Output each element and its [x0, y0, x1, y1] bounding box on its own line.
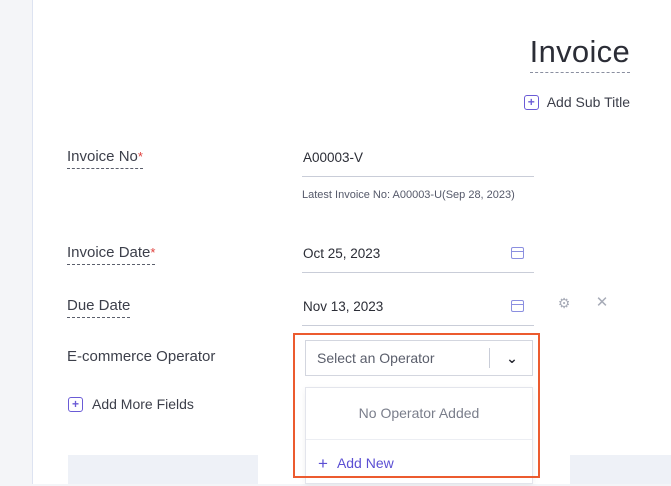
plus-icon: +: [318, 453, 328, 473]
add-new-operator-button[interactable]: + Add New: [306, 440, 532, 486]
invoice-panel: Invoice + Add Sub Title Invoice No* A000…: [33, 0, 671, 484]
add-subtitle-button[interactable]: + Add Sub Title: [523, 94, 630, 110]
latest-invoice-hint: Latest Invoice No: A00003-U(Sep 28, 2023…: [302, 189, 515, 201]
no-operator-message: No Operator Added: [306, 388, 532, 440]
invoice-no-label: Invoice No*: [67, 148, 143, 169]
invoice-date-value: Oct 25, 2023: [303, 246, 381, 261]
invoice-title[interactable]: Invoice: [529, 34, 630, 73]
invoice-no-input[interactable]: A00003-V: [302, 147, 534, 177]
required-mark: *: [150, 245, 156, 260]
invoice-date-label: Invoice Date*: [67, 244, 156, 265]
close-icon[interactable]: ✕: [595, 295, 609, 310]
calendar-icon[interactable]: [511, 300, 524, 312]
operator-select[interactable]: Select an Operator ⌄: [305, 340, 533, 376]
add-more-fields-button[interactable]: + Add More Fields: [68, 396, 194, 412]
due-date-label-text: Due Date: [67, 297, 131, 314]
operator-select-placeholder: Select an Operator: [317, 350, 435, 366]
invoice-date-label-text: Invoice Date: [67, 244, 151, 261]
operator-dropdown-menu: No Operator Added + Add New: [305, 387, 533, 484]
due-date-input[interactable]: Nov 13, 2023: [302, 296, 534, 326]
invoice-date-input[interactable]: Oct 25, 2023: [302, 243, 534, 273]
calendar-icon[interactable]: [511, 247, 524, 259]
select-divider: [489, 348, 490, 368]
due-date-value: Nov 13, 2023: [303, 299, 384, 314]
gear-icon[interactable]: ⚙: [557, 296, 571, 310]
due-date-label: Due Date: [67, 297, 131, 318]
plus-square-icon: +: [523, 94, 539, 110]
add-subtitle-label: Add Sub Title: [546, 94, 630, 110]
invoice-no-value: A00003-V: [303, 150, 364, 165]
ecommerce-operator-label: E-commerce Operator: [67, 348, 216, 365]
plus-square-icon: +: [68, 396, 83, 412]
left-rail: [0, 0, 33, 484]
invoice-no-label-text: Invoice No: [67, 148, 138, 165]
bottom-panel-right: [570, 455, 671, 484]
bottom-panel-left: [68, 455, 258, 484]
add-more-fields-label: Add More Fields: [92, 396, 194, 412]
add-new-label: Add New: [336, 455, 394, 471]
required-mark: *: [137, 149, 143, 164]
chevron-down-icon[interactable]: ⌄: [504, 341, 520, 375]
